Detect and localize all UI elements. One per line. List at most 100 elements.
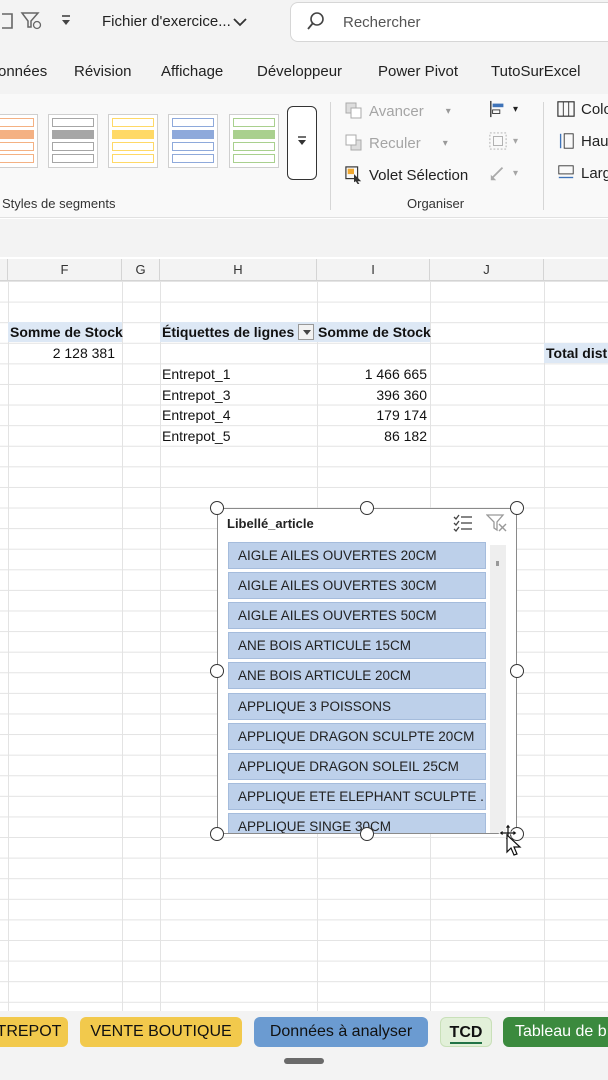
menu-tutosurexcel[interactable]: TutoSurExcel xyxy=(491,63,580,80)
customize-quick-access-icon[interactable] xyxy=(60,12,72,33)
rotate-button[interactable]: ▾ xyxy=(489,164,518,182)
menu-power-pivot[interactable]: Power Pivot xyxy=(378,63,458,80)
left-total-value[interactable]: 2 128 381 xyxy=(8,343,115,363)
slicer-item[interactable]: APPLIQUE DRAGON SOLEIL 25CM xyxy=(228,752,486,780)
column-header-i[interactable]: I xyxy=(317,259,430,281)
resize-handle-top-right[interactable] xyxy=(510,501,524,515)
group-label-arrange: Organiser xyxy=(407,196,465,211)
resize-handle-top-left[interactable] xyxy=(210,501,224,515)
slicer-style-option[interactable] xyxy=(229,114,279,168)
slicer-item[interactable]: APPLIQUE ETE ELEPHANT SCULPTE ... xyxy=(228,782,486,810)
resize-handle-bottom-left[interactable] xyxy=(210,827,224,841)
pivot-row-value[interactable]: 396 360 xyxy=(317,385,427,405)
pivot-row-label[interactable]: Entrepot_3 xyxy=(162,385,312,405)
filter-dropdown-icon[interactable] xyxy=(298,324,315,341)
slicer-item[interactable]: AIGLE AILES OUVERTES 30CM xyxy=(228,572,486,600)
file-name[interactable]: Fichier d'exercice... xyxy=(102,13,231,30)
bring-forward-button[interactable]: Avancer ▾ xyxy=(345,102,451,120)
sheet-tab-vente-boutique[interactable]: VENTE BOUTIQUE xyxy=(80,1017,242,1047)
sheet-tab-tcd-label: TCD xyxy=(449,1024,483,1044)
column-header-g[interactable]: G xyxy=(122,259,160,281)
slicer-style-option[interactable] xyxy=(0,114,38,168)
resize-handle-left[interactable] xyxy=(210,664,224,678)
gridline xyxy=(122,281,123,1011)
filter-refresh-icon[interactable] xyxy=(20,10,42,35)
pivot-row-value[interactable]: 179 174 xyxy=(317,405,427,425)
slicer-item[interactable]: AIGLE AILES OUVERTES 20CM xyxy=(228,542,486,569)
ribbon: Styles de segments Avancer ▾ Reculer ▾ V… xyxy=(0,94,608,218)
slicer-item[interactable]: ANE BOIS ARTICULE 15CM xyxy=(228,632,486,660)
slicer-style-option[interactable] xyxy=(48,114,98,168)
slicer-style-swatch xyxy=(112,130,154,139)
chevron-down-icon: ▾ xyxy=(513,135,519,147)
pivot-value-header[interactable]: Somme de Stock xyxy=(317,322,431,342)
search-input[interactable]: Rechercher xyxy=(290,2,608,42)
selection-pane-button[interactable]: Volet Sélection xyxy=(345,166,468,184)
menu-developpeur[interactable]: Développeur xyxy=(257,63,342,80)
scrollbar-thumb[interactable] xyxy=(496,561,499,566)
pivot-row-label[interactable]: Entrepot_5 xyxy=(162,426,312,446)
move-cursor-icon xyxy=(498,823,522,856)
column-header-j[interactable]: J xyxy=(430,259,544,281)
menu-revision[interactable]: Révision xyxy=(74,63,132,80)
sheet-tab-tcd[interactable]: TCD xyxy=(440,1017,492,1047)
resize-handle-bottom[interactable] xyxy=(360,827,374,841)
width-field[interactable]: Larg xyxy=(557,164,608,182)
resize-handle-top[interactable] xyxy=(360,501,374,515)
slicer-style-swatch xyxy=(52,154,94,163)
column-header-k[interactable] xyxy=(544,259,608,281)
right-total-header[interactable]: Total disti xyxy=(544,343,608,363)
resize-handle-right[interactable] xyxy=(510,664,524,678)
search-icon xyxy=(307,12,324,30)
send-backward-icon xyxy=(345,134,362,151)
left-sum-header[interactable]: Somme de Stock xyxy=(8,322,123,342)
chevron-down-icon[interactable] xyxy=(232,13,248,34)
pivot-row-label[interactable]: Entrepot_1 xyxy=(162,364,312,384)
columns-icon xyxy=(557,101,575,117)
formula-bar-area xyxy=(0,219,608,257)
slicer-libelle-article[interactable]: Libellé_article AIGLE AILES OUVERTES 20C… xyxy=(217,508,517,834)
pivot-row-label-header[interactable]: Étiquettes de lignes xyxy=(160,322,317,342)
slicer-style-option[interactable] xyxy=(108,114,158,168)
slicer-style-swatch xyxy=(0,130,34,139)
height-label: Hau xyxy=(581,132,608,150)
slicer-items-list: AIGLE AILES OUVERTES 20CM AIGLE AILES OUV… xyxy=(218,509,518,833)
menu-affichage[interactable]: Affichage xyxy=(161,63,223,80)
height-field[interactable]: Hau xyxy=(557,132,608,150)
pivot-row-value[interactable]: 86 182 xyxy=(317,426,427,446)
sheet-tab-donnees-a-analyser[interactable]: Données à analyser xyxy=(254,1017,428,1047)
undo-icon[interactable] xyxy=(0,10,14,35)
slicer-item[interactable]: AIGLE AILES OUVERTES 50CM xyxy=(228,602,486,630)
slicer-item[interactable]: APPLIQUE DRAGON SCULPTE 20CM xyxy=(228,722,486,750)
bring-forward-label: Avancer xyxy=(369,102,424,120)
slicer-style-option[interactable] xyxy=(168,114,218,168)
slicer-scrollbar[interactable] xyxy=(490,545,506,833)
slicer-style-swatch xyxy=(233,142,275,151)
slicer-style-swatch xyxy=(52,130,94,139)
pivot-row-value[interactable]: 1 466 665 xyxy=(317,364,427,384)
column-header-h[interactable]: H xyxy=(160,259,317,281)
slicer-style-swatch xyxy=(112,142,154,151)
slicer-style-swatch xyxy=(233,118,275,127)
column-header-f[interactable]: F xyxy=(8,259,122,281)
slicer-style-swatch xyxy=(52,118,94,127)
slicer-style-swatch xyxy=(172,154,214,163)
gallery-more-button[interactable] xyxy=(287,106,317,180)
sheet-tab-tableau-de-bord[interactable]: Tableau de b xyxy=(503,1017,608,1047)
group-button[interactable]: ▾ xyxy=(489,132,518,150)
column-header-e[interactable] xyxy=(0,259,8,281)
pivot-row-label[interactable]: Entrepot_4 xyxy=(162,405,312,425)
menu-donnees[interactable]: onnées xyxy=(0,63,47,80)
sheet-tab-entrepot[interactable]: TREPOT xyxy=(0,1017,68,1047)
slicer-style-swatch xyxy=(233,154,275,163)
home-indicator[interactable] xyxy=(284,1058,324,1064)
chevron-down-icon: ▾ xyxy=(445,105,451,117)
selection-pane-label: Volet Sélection xyxy=(369,166,469,184)
slicer-style-swatch xyxy=(172,142,214,151)
slicer-item[interactable]: ANE BOIS ARTICULE 20CM xyxy=(228,662,486,690)
send-backward-button[interactable]: Reculer ▾ xyxy=(345,134,448,152)
columns-field[interactable]: Colo xyxy=(557,100,608,118)
align-button[interactable]: ▾ xyxy=(489,100,518,118)
slicer-item[interactable]: APPLIQUE SINGE 30CM xyxy=(228,812,486,833)
slicer-item[interactable]: APPLIQUE 3 POISSONS xyxy=(228,692,486,720)
